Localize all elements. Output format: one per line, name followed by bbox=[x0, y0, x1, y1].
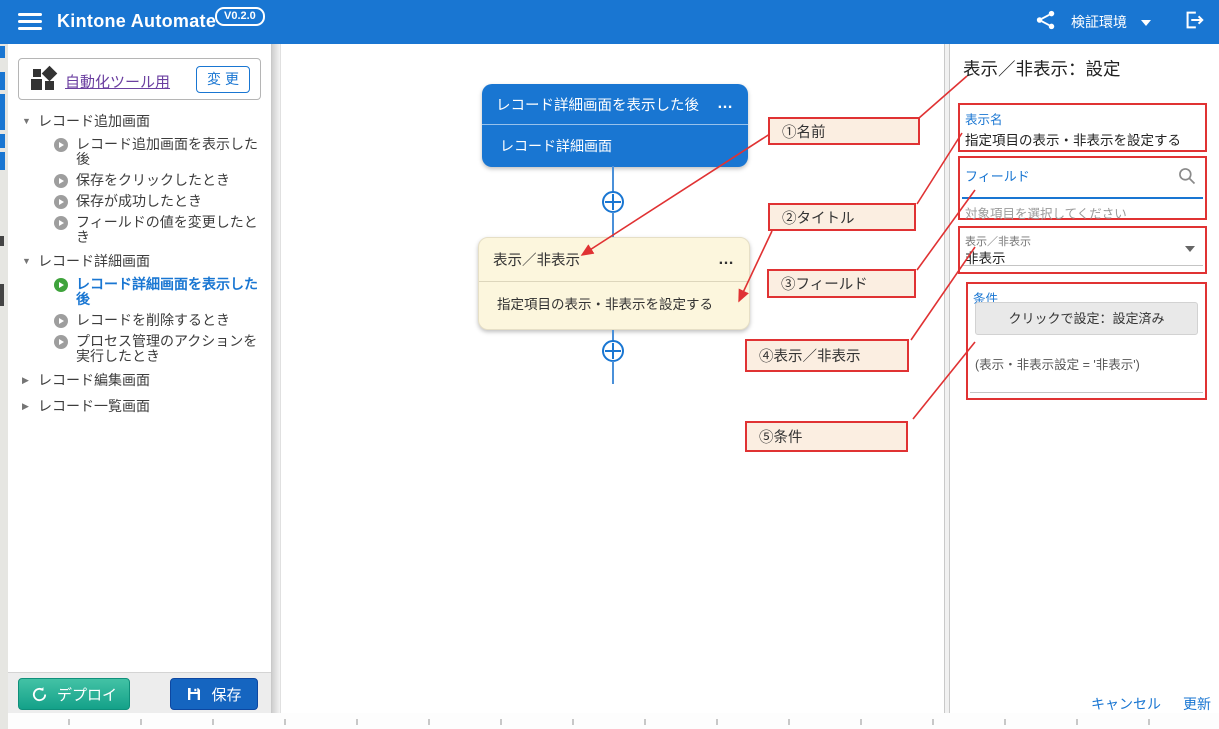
visibility-value[interactable]: 非表示 bbox=[965, 247, 1006, 267]
condition-underline bbox=[970, 392, 1203, 393]
connector-line bbox=[612, 361, 614, 384]
tree-group-record-edit[interactable]: ▶レコード編集画面 bbox=[8, 367, 271, 393]
field-label: フィールド bbox=[965, 166, 1030, 185]
update-link[interactable]: 更新 bbox=[1183, 694, 1211, 714]
share-icon[interactable] bbox=[1035, 9, 1057, 36]
dropdown-caret-icon[interactable] bbox=[1185, 246, 1195, 252]
play-circle-icon bbox=[54, 278, 68, 292]
connector-line bbox=[612, 212, 614, 237]
triangle-down-icon: ▼ bbox=[22, 116, 32, 126]
tree-group-record-list[interactable]: ▶レコード一覧画面 bbox=[8, 393, 271, 419]
tree-item[interactable]: フィールドの値を変更したとき bbox=[8, 212, 271, 248]
background-window-sliver bbox=[0, 44, 8, 729]
tree-item[interactable]: レコードを削除するとき bbox=[8, 310, 271, 331]
tree-group-record-detail[interactable]: ▼レコード詳細画面 bbox=[8, 248, 271, 274]
tree-item[interactable]: レコード追加画面を表示した後 bbox=[8, 134, 271, 170]
annotation-title: ②タイトル bbox=[768, 203, 916, 231]
annotation-visibility: ④表示／非表示 bbox=[745, 339, 909, 372]
app-selector: 自動化ツール用 変更 bbox=[18, 58, 261, 100]
condition-section: 条件 クリックで設定：設定済み (表示・非表示設定 = '非表示') bbox=[966, 282, 1207, 400]
node-subtitle: レコード詳細画面 bbox=[482, 125, 748, 166]
display-name-field: 表示名 指定項目の表示・非表示を設定する bbox=[958, 103, 1207, 152]
version-badge: V0.2.0 bbox=[215, 7, 265, 26]
tree-item[interactable]: 保存が成功したとき bbox=[8, 191, 271, 212]
play-circle-icon bbox=[54, 174, 68, 188]
sidebar: 自動化ツール用 変更 ▼レコード追加画面 レコード追加画面を表示した後 保存をク… bbox=[8, 44, 272, 713]
node-subtitle: 指定項目の表示・非表示を設定する bbox=[479, 282, 749, 323]
sync-icon bbox=[31, 686, 48, 703]
event-tree: ▼レコード追加画面 レコード追加画面を表示した後 保存をクリックしたとき 保存が… bbox=[8, 108, 271, 419]
settings-panel: 表示／非表示：設定 表示名 指定項目の表示・非表示を設定する フィールド 対象項… bbox=[950, 44, 1219, 713]
annotation-condition: ⑤条件 bbox=[745, 421, 908, 452]
chevron-down-icon[interactable] bbox=[1141, 20, 1151, 26]
tree-item[interactable]: プロセス管理のアクションを実行したとき bbox=[8, 331, 271, 367]
panel-title: 表示／非表示：設定 bbox=[963, 56, 1121, 81]
change-app-button[interactable]: 変更 bbox=[196, 66, 250, 93]
display-name-label: 表示名 bbox=[965, 109, 1003, 128]
flow-node-event[interactable]: レコード詳細画面を表示した後 … レコード詳細画面 bbox=[482, 84, 748, 167]
deploy-button[interactable]: デプロイ bbox=[18, 678, 130, 710]
sidebar-footer: デプロイ 保存 bbox=[8, 672, 271, 713]
field-select: フィールド 対象項目を選択してください bbox=[958, 156, 1207, 220]
play-circle-icon bbox=[54, 138, 68, 152]
magnifier-icon[interactable] bbox=[1177, 166, 1197, 191]
app-title: Kintone Automate bbox=[57, 11, 216, 32]
tree-group-record-add[interactable]: ▼レコード追加画面 bbox=[8, 108, 271, 134]
plus-circle-icon[interactable] bbox=[602, 191, 624, 213]
condition-expression: (表示・非表示設定 = '非表示') bbox=[975, 354, 1140, 373]
connector-line bbox=[612, 166, 614, 193]
more-icon[interactable]: … bbox=[717, 99, 734, 109]
environment-label[interactable]: 検証環境 bbox=[1071, 12, 1127, 32]
save-button[interactable]: 保存 bbox=[170, 678, 258, 710]
play-circle-icon bbox=[54, 195, 68, 209]
tree-item[interactable]: 保存をクリックしたとき bbox=[8, 170, 271, 191]
play-circle-icon bbox=[54, 216, 68, 230]
select-underline bbox=[962, 265, 1203, 266]
sidebar-scrollbar[interactable] bbox=[272, 44, 281, 713]
visibility-select[interactable]: 表示／非表示 非表示 bbox=[958, 226, 1207, 274]
app-link[interactable]: 自動化ツール用 bbox=[65, 71, 170, 92]
annotation-name: ①名前 bbox=[768, 117, 920, 145]
floppy-icon bbox=[186, 686, 202, 702]
play-circle-icon bbox=[54, 314, 68, 328]
app-icon bbox=[31, 68, 55, 92]
logout-icon[interactable] bbox=[1183, 9, 1205, 36]
triangle-right-icon: ▶ bbox=[22, 401, 32, 412]
flow-node-action[interactable]: 表示／非表示 … 指定項目の表示・非表示を設定する bbox=[478, 237, 750, 330]
hamburger-icon[interactable] bbox=[18, 13, 42, 31]
display-name-value[interactable]: 指定項目の表示・非表示を設定する bbox=[965, 129, 1181, 149]
plus-circle-icon[interactable] bbox=[602, 340, 624, 362]
tree-item-selected[interactable]: レコード詳細画面を表示した後 bbox=[8, 274, 271, 310]
node-title: レコード詳細画面を表示した後 bbox=[496, 94, 717, 115]
triangle-right-icon: ▶ bbox=[22, 375, 32, 386]
node-title: 表示／非表示 bbox=[493, 249, 718, 270]
cancel-link[interactable]: キャンセル bbox=[1091, 694, 1161, 714]
app-header: Kintone Automate V0.2.0 検証環境 bbox=[0, 0, 1219, 44]
input-underline bbox=[962, 197, 1203, 199]
triangle-down-icon: ▼ bbox=[22, 256, 32, 266]
condition-set-button[interactable]: クリックで設定：設定済み bbox=[975, 302, 1198, 335]
annotation-field: ③フィールド bbox=[767, 269, 916, 298]
more-icon[interactable]: … bbox=[718, 255, 735, 265]
bottom-ruler bbox=[0, 713, 1219, 729]
field-placeholder[interactable]: 対象項目を選択してください bbox=[965, 203, 1127, 222]
play-circle-icon bbox=[54, 335, 68, 349]
